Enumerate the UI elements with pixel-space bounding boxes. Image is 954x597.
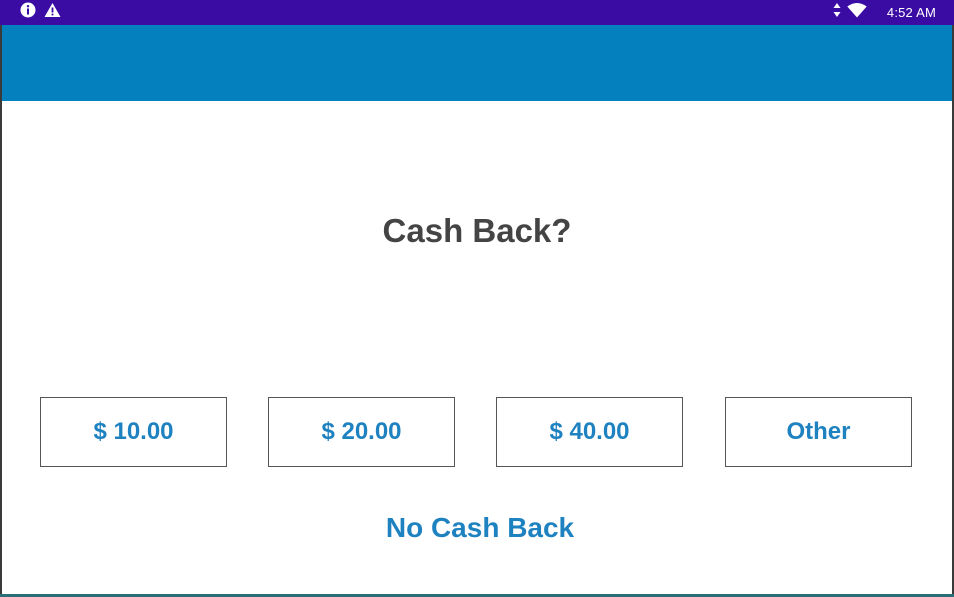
status-right-icons: 4:52 AM	[833, 2, 936, 23]
cash-back-40-button[interactable]: $ 40.00	[496, 397, 683, 467]
warning-icon	[44, 2, 61, 23]
app-bar	[2, 25, 952, 101]
wifi-icon	[847, 2, 867, 23]
info-icon	[20, 2, 36, 23]
data-arrows-icon	[833, 3, 841, 22]
cash-back-other-button[interactable]: Other	[725, 397, 912, 467]
cash-back-20-button[interactable]: $ 20.00	[268, 397, 455, 467]
status-bar: 4:52 AM	[0, 0, 954, 25]
status-left-icons	[20, 2, 61, 23]
no-cash-back-link[interactable]: No Cash Back	[0, 512, 954, 544]
status-time: 4:52 AM	[886, 5, 936, 20]
cash-back-10-button[interactable]: $ 10.00	[40, 397, 227, 467]
page-title: Cash Back?	[382, 212, 572, 249]
